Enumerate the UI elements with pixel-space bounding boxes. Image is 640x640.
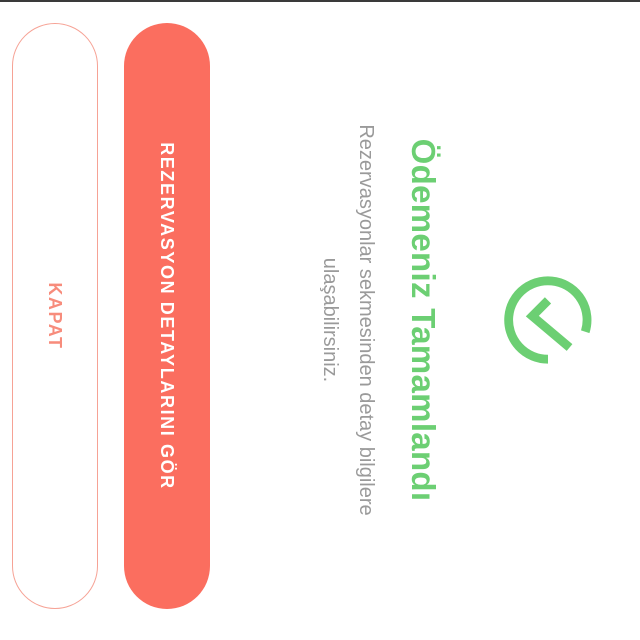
close-button-label: KAPAT xyxy=(45,282,66,350)
success-dialog: Ödemeniz Tamamlandı Rezervasyonlar sekme… xyxy=(0,0,640,640)
check-circle-icon xyxy=(504,276,592,364)
payment-success-screen: Ödemeniz Tamamlandı Rezervasyonlar sekme… xyxy=(0,0,640,640)
dialog-message: Rezervasyonlar sekmesinden detay bilgile… xyxy=(319,124,377,516)
view-reservation-details-button[interactable]: REZERVASYON DETAYLARINI GÖR xyxy=(124,23,210,609)
view-reservation-details-label: REZERVASYON DETAYLARINI GÖR xyxy=(157,142,178,490)
dialog-title: Ödemeniz Tamamlandı xyxy=(405,138,442,502)
close-button[interactable]: KAPAT xyxy=(12,23,98,609)
